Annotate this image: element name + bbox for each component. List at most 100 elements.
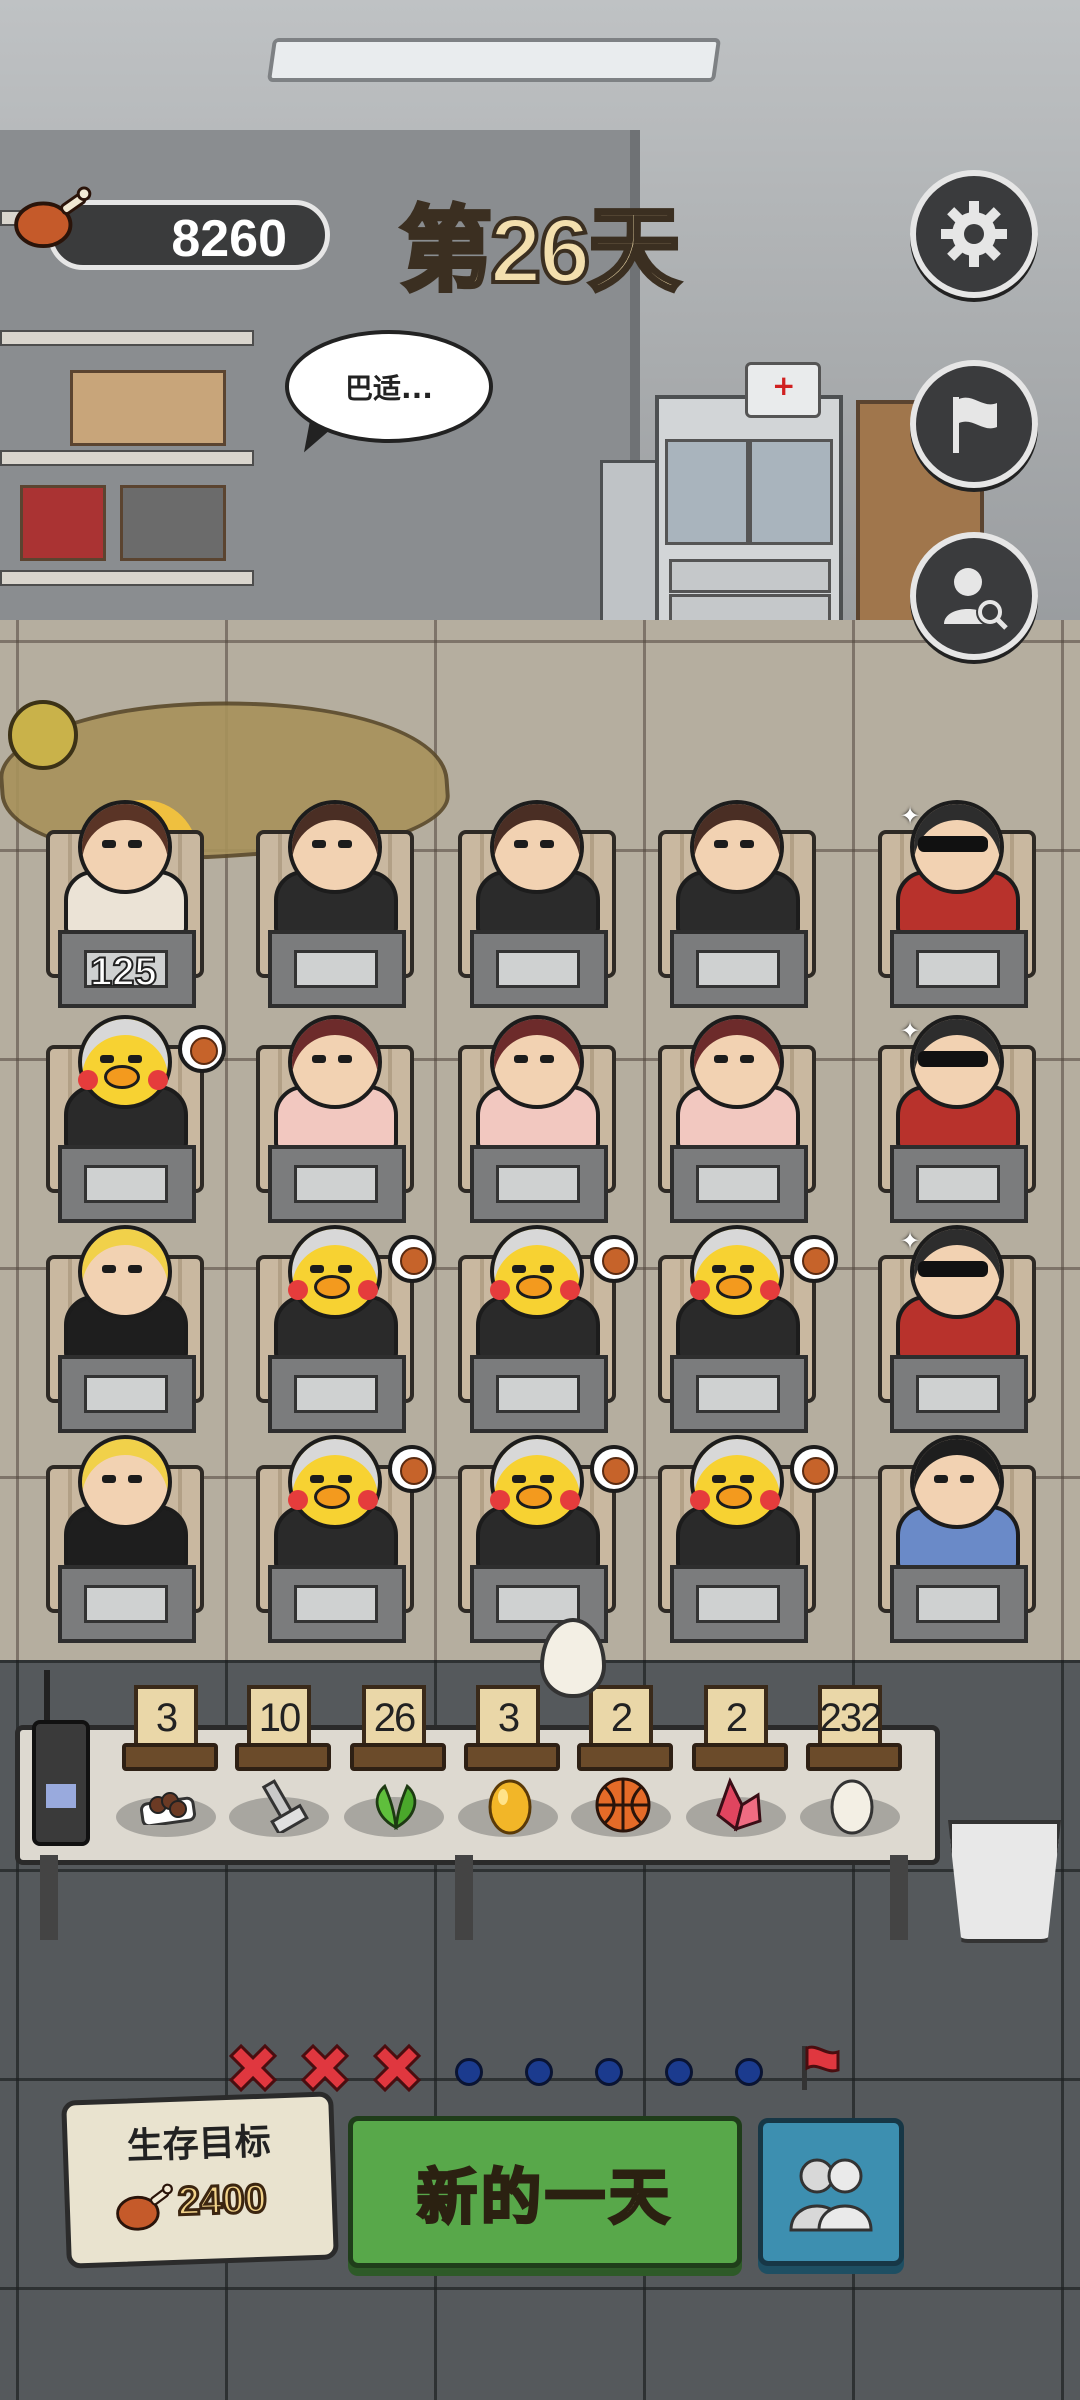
item-count: 10 [247,1685,311,1751]
bucket-icon [948,1820,1061,1943]
name-plate [916,1165,1000,1203]
student-seat-chicken-mask[interactable] [248,1225,436,1435]
desk [890,1145,1028,1223]
student-chicken-mask [668,1435,800,1575]
desk [890,1355,1028,1433]
desk [58,1565,196,1643]
student-seat-vampire-boy[interactable] [38,1435,208,1645]
name-plate [496,950,580,988]
failed-day-mark-icon: ✖ [368,2031,426,2108]
name-plate [496,1585,580,1623]
basketball-thought-icon [590,1445,638,1493]
student-chicken-mask [468,1225,600,1365]
bolt-icon [251,1775,311,1835]
student-seat-vampire-boy[interactable] [38,1225,208,1435]
name-plate [696,1585,780,1623]
student-chicken-mask [668,1225,800,1365]
flag-button[interactable] [910,360,1038,488]
student-ponytail-girl [266,800,398,940]
student-seat-chicken-mask[interactable] [450,1225,638,1435]
locker [600,460,658,641]
name-plate [294,950,378,988]
item-count: 3 [134,1685,198,1751]
student-seat-hooded-girl[interactable] [450,1015,620,1225]
basketball-thought-icon [790,1235,838,1283]
student-seat-hooded-girl[interactable] [248,1015,418,1225]
student-hooded-girl [468,1015,600,1155]
new-day-label: 新的一天 [416,2161,673,2234]
student-seat-chicken-mask[interactable] [248,1435,436,1645]
gear-icon [941,201,1007,267]
settings-button[interactable] [910,170,1038,298]
student-vampire-boy [56,1435,188,1575]
count-stand [235,1743,331,1771]
sparkle-icon: ✦ [900,1227,921,1255]
failed-day-mark-icon: ✖ [296,2031,354,2108]
ceiling-lamp [266,38,722,82]
student-chicken-mask [56,1015,188,1155]
beans-icon [138,1775,198,1835]
name-plate [696,950,780,988]
student-seat-sunglasses-guy[interactable]: ✦ [870,800,1040,1010]
student-basketball-boy [888,1435,1020,1575]
desk [670,1565,808,1643]
meat-icon [14,186,92,249]
basketball-icon [593,1775,653,1835]
count-stand [692,1743,788,1771]
item-count: 3 [476,1685,540,1751]
grey-box [120,485,226,561]
student-seat-ponytail-girl[interactable] [650,800,820,1010]
goal-flag-icon [796,2042,844,2096]
count-stand [122,1743,218,1771]
student-seat-sunglasses-guy[interactable]: ✦ [870,1015,1040,1225]
count-stand [806,1743,902,1771]
student-seat-chicken-mask[interactable] [650,1435,838,1645]
first-aid-kit [745,362,821,418]
basketball-thought-icon [790,1445,838,1493]
name-plate [496,1375,580,1413]
count-stand [577,1743,673,1771]
team-button[interactable] [758,2118,904,2266]
desk [890,930,1028,1008]
failed-day-mark-icon: ✖ [224,2031,282,2108]
new-day-button[interactable]: 新的一天 [348,2116,742,2268]
student-seat-chicken-mask[interactable] [38,1015,226,1225]
speech-text: 巴适... [345,371,433,405]
cabinet-drawer [669,559,831,593]
herb-icon [366,1775,426,1835]
student-seat-ponytail-girl[interactable] [450,800,620,1010]
sparkle-icon: ✦ [900,802,921,830]
basketball-thought-icon [590,1235,638,1283]
desk [58,1145,196,1223]
student-seat-sunglasses-guy[interactable]: ✦ [870,1225,1040,1435]
desk [268,930,406,1008]
basketball-thought-icon [388,1235,436,1283]
student-seat-basketball-boy[interactable] [870,1435,1040,1645]
student-seat-ponytail-girl[interactable] [248,800,418,1010]
student-seat-hooded-girl[interactable] [650,1015,820,1225]
count-stand [464,1743,560,1771]
name-plate [696,1375,780,1413]
student-hooded-girl [668,1015,800,1155]
crystal-icon [708,1775,768,1835]
desk [268,1145,406,1223]
name-plate [496,1165,580,1203]
cardboard-box [70,370,226,446]
student-seat-chicken-mask[interactable] [450,1435,638,1645]
desk [268,1355,406,1433]
flag-icon [953,397,997,453]
profile-search-icon [944,568,1008,630]
desk [670,1145,808,1223]
name-plate [696,1165,780,1203]
medical-cabinet [655,395,843,643]
student-vampire-boy [56,1225,188,1365]
item-count: 232 [818,1685,882,1751]
walkie-talkie-icon[interactable] [32,1670,90,1846]
pending-day-dot [595,2058,623,2086]
profile-search-button[interactable] [910,532,1038,660]
cabinet-door [665,439,749,545]
table-leg [455,1855,473,1940]
pending-day-dot [735,2058,763,2086]
student-seat-chicken-mask[interactable] [650,1225,838,1435]
desk [268,1565,406,1643]
